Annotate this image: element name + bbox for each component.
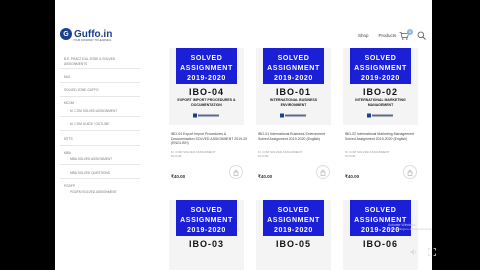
add-to-cart-button[interactable]: [229, 165, 243, 179]
banner-line: ASSIGNMENT: [267, 217, 320, 224]
add-to-cart-button[interactable]: [316, 165, 330, 179]
product-cover[interactable]: SOLVED ASSIGNMENT 2019-2020 IBO-04 EXPOR…: [169, 48, 244, 125]
banner-line: 2019-2020: [361, 75, 400, 82]
banner-line: 2019-2020: [187, 75, 226, 82]
banner-line: 2019-2020: [274, 227, 313, 234]
shopping-bag-icon: [233, 169, 239, 176]
sidebar-subitem[interactable]: MBA SOLVED ASSIGNMENT: [70, 157, 112, 161]
divider: [60, 116, 140, 117]
search-icon[interactable]: [417, 31, 426, 40]
divider: [60, 68, 140, 69]
banner-line: SOLVED: [364, 55, 397, 62]
logo-name: Guffo.in: [74, 28, 113, 40]
cover-banner: SOLVED ASSIGNMENT 2019-2020: [350, 48, 411, 84]
banner-line: SOLVED: [277, 207, 310, 214]
sidebar-subitem[interactable]: PGDFM SOLVED ASSIGNMENT: [70, 190, 117, 194]
nav-products[interactable]: Products: [379, 33, 397, 38]
product-cover[interactable]: SOLVED ASSIGNMENT 2019-2020 IBO-05: [256, 200, 331, 270]
product-price: ₹40.00: [171, 174, 186, 179]
banner-line: SOLVED: [364, 207, 397, 214]
browser-viewport: G Guffo.in YOUR DOORWAY TO LEARNING Shop…: [55, 0, 432, 270]
course-subject: EXPORT IMPORT PROCEDURES & DOCUMENTATION: [177, 98, 236, 107]
banner-line: 2019-2020: [187, 227, 226, 234]
product-cover[interactable]: SOLVED ASSIGNMENT 2019-2020 IBO-02 INTER…: [343, 48, 418, 125]
video-controls: [410, 248, 436, 256]
cart-count-badge: 0: [407, 29, 413, 35]
divider: [60, 130, 140, 131]
sidebar-item[interactable]: MLE: [64, 75, 71, 79]
shopping-bag-icon: [407, 169, 413, 176]
product-subcategory[interactable]: M.COM: [345, 154, 415, 158]
cover-banner: SOLVED ASSIGNMENT 2019-2020: [176, 200, 237, 236]
course-code: IBO-02: [362, 87, 398, 97]
banner-line: SOLVED: [277, 55, 310, 62]
volume-icon[interactable]: [410, 248, 418, 256]
course-code: IBO-04: [188, 87, 224, 97]
course-subject: INTERNATIONAL BUSINESS ENVIRONMENT: [269, 98, 318, 107]
nav-shop[interactable]: Shop: [358, 33, 369, 38]
course-code: IBO-01: [275, 87, 311, 97]
banner-line: SOLVED: [190, 55, 223, 62]
divider: [60, 82, 140, 83]
logo-mark: G: [60, 28, 72, 40]
banner-line: ASSIGNMENT: [354, 65, 407, 72]
product-cover[interactable]: SOLVED ASSIGNMENT 2019-2020 IBO-03: [169, 200, 244, 270]
product-price: ₹40.00: [258, 174, 273, 179]
cover-banner: SOLVED ASSIGNMENT 2019-2020: [176, 48, 237, 84]
sidebar-item[interactable]: B.E. PRACTICAL ZONE & SOLVED: [64, 57, 115, 61]
logo-tagline: YOUR DOORWAY TO LEARNING: [73, 39, 112, 42]
product-subcategory[interactable]: M.COM: [171, 154, 241, 158]
cover-banner: SOLVED ASSIGNMENT 2019-2020: [263, 200, 324, 236]
product-title[interactable]: IBO-02 International Marketing Managemen…: [345, 132, 423, 141]
sidebar-subitem[interactable]: MBA SOLVED QUESTIONS: [70, 171, 110, 175]
banner-line: ASSIGNMENT: [267, 65, 320, 72]
cover-banner: SOLVED ASSIGNMENT 2019-2020: [263, 48, 324, 84]
banner-line: SOLVED: [190, 207, 223, 214]
activate-windows-hint: Go to Settings to activate Windows.: [388, 227, 433, 231]
sidebar-item[interactable]: SOLVED ZONE GUFFO: [64, 88, 98, 92]
fullscreen-icon[interactable]: [428, 248, 436, 256]
course-code: IBO-05: [275, 239, 311, 249]
banner-line: ASSIGNMENT: [180, 65, 233, 72]
divider: [60, 164, 140, 165]
sidebar-item[interactable]: ASSIGNMENTS: [64, 62, 87, 66]
product-price: ₹40.00: [345, 174, 360, 179]
divider: [60, 96, 140, 97]
sidebar-item[interactable]: PGDFP: [64, 184, 75, 188]
publisher-logo-icon: [193, 113, 219, 118]
course-code: IBO-03: [188, 239, 224, 249]
course-subject: INTERNATIONAL MARKETING MANAGEMENT: [355, 98, 406, 107]
sidebar-item[interactable]: MCOM: [64, 101, 74, 105]
main-nav: Shop Products: [348, 33, 396, 38]
product-title[interactable]: IBO-04 Export Import Procedures & Docume…: [171, 132, 249, 146]
product-cover[interactable]: SOLVED ASSIGNMENT 2019-2020 IBO-01 INTER…: [256, 48, 331, 125]
divider: [60, 145, 140, 146]
add-to-cart-button[interactable]: [403, 165, 417, 179]
sidebar-subitem[interactable]: M. COM GUIDE / OUTLINE: [70, 122, 109, 126]
product-title[interactable]: IBO-01 International Business Environmen…: [258, 132, 336, 141]
sidebar-subitem[interactable]: M. COM SOLVED ASSIGNMENT: [70, 109, 117, 113]
product-subcategory[interactable]: M.COM: [258, 154, 328, 158]
banner-line: 2019-2020: [274, 75, 313, 82]
course-code: IBO-06: [362, 239, 398, 249]
publisher-logo-icon: [280, 113, 306, 118]
banner-line: ASSIGNMENT: [180, 217, 233, 224]
site-header: G Guffo.in YOUR DOORWAY TO LEARNING Shop…: [55, 0, 432, 46]
sidebar-item[interactable]: MBA: [64, 151, 71, 155]
divider: [60, 178, 140, 179]
shopping-bag-icon: [320, 169, 326, 176]
product-cover[interactable]: SOLVED ASSIGNMENT 2019-2020 IBO-06: [343, 200, 418, 270]
sidebar-item[interactable]: MTTS: [64, 137, 73, 141]
publisher-logo-icon: [367, 113, 393, 118]
